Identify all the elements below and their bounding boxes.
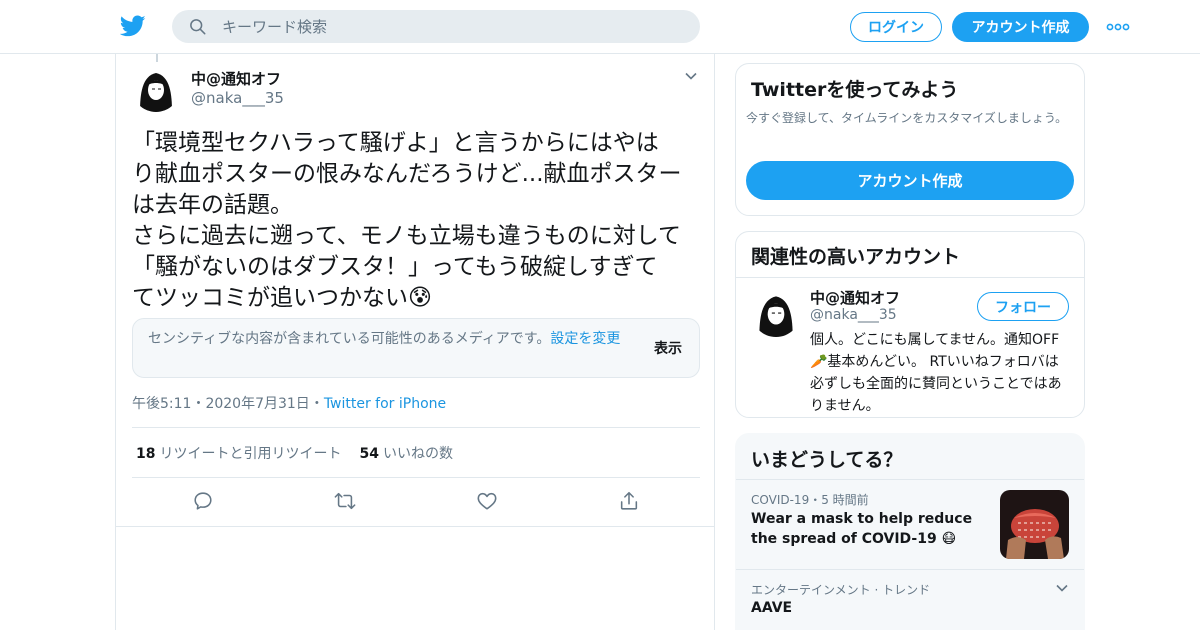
divider	[116, 526, 714, 527]
retweet-icon[interactable]	[334, 490, 356, 512]
trend-headline[interactable]: Wear a mask to help reduce the spread of…	[751, 509, 991, 549]
signup-card-description: 今すぐ登録して、タイムラインをカスタマイズしましょう。	[746, 111, 1068, 125]
search-box[interactable]	[172, 10, 700, 43]
divider	[132, 427, 700, 428]
account-bio: 個人。どこにも属してません。通知OFF🥕基本めんどい。 RTいいねフォロバは必ず…	[810, 332, 1062, 414]
sensitive-message: センシティブな内容が含まれている可能性のあるメディアです。設定を変更	[148, 329, 638, 349]
trends-title: いまどうしてる？	[751, 449, 903, 471]
trend-category: COVID-19・5 時間前	[751, 493, 869, 507]
like-stat[interactable]: 54 いいねの数	[359, 446, 452, 462]
retweet-count: 18	[136, 446, 156, 462]
tweet-column: 中@通知オフ @naka___35 「環境型セクハラって騒げよ」と言うからにはや…	[115, 54, 715, 630]
tweet-time[interactable]: 午後5:11	[132, 396, 191, 412]
meta-separator: ・	[309, 396, 324, 412]
more-options-icon[interactable]	[1106, 17, 1130, 37]
divider	[736, 479, 1084, 480]
avatar[interactable]	[751, 287, 801, 337]
account-handle[interactable]: @naka___35	[810, 307, 897, 323]
like-stat-label: いいねの数	[382, 446, 453, 462]
twitter-logo-icon[interactable]	[120, 13, 146, 39]
thread-line	[156, 54, 158, 62]
avatar-image	[751, 287, 801, 337]
divider	[736, 569, 1084, 570]
tweet-date[interactable]: 2020年7月31日	[205, 396, 309, 412]
avatar-image	[132, 64, 180, 112]
like-count: 54	[359, 446, 379, 462]
like-icon[interactable]	[476, 490, 498, 512]
trend-name[interactable]: AAVE	[751, 600, 792, 616]
author-handle[interactable]: @naka___35	[191, 89, 284, 107]
retweet-stat-label: リツイートと引用リツイート	[159, 446, 342, 462]
avatar[interactable]	[132, 64, 180, 112]
chevron-down-icon[interactable]	[1054, 580, 1070, 596]
meta-separator: ・	[191, 396, 206, 412]
signup-card: Twitterを使ってみよう 今すぐ登録して、タイムラインをカスタマイズしましょ…	[735, 63, 1085, 216]
author-display-name[interactable]: 中@通知オフ	[191, 68, 281, 89]
signup-card-title: Twitterを使ってみよう	[751, 79, 959, 101]
related-accounts-card: 関連性の高いアカウント 中@通知オフ @naka___35 フォロー 個人。どこ…	[735, 231, 1085, 418]
chevron-down-icon[interactable]	[683, 68, 699, 84]
follow-button[interactable]: フォロー	[977, 292, 1069, 321]
retweet-stat[interactable]: 18 リツイートと引用リツイート	[136, 446, 341, 462]
tweet-text-line: てツッコミが追いつかない😰	[132, 285, 432, 311]
tweet-text-line: さらに過去に遡って、モノも立場も違うものに対して	[132, 223, 682, 249]
tweet-actions	[116, 490, 714, 516]
sensitive-message-text: センシティブな内容が含まれている可能性のあるメディアです。	[148, 331, 551, 347]
share-icon[interactable]	[618, 490, 640, 512]
trend-thumbnail-image	[1000, 490, 1069, 559]
tweet-text: 「環境型セクハラって騒げよ」と言うからにはやは り献血ポスターの恨みなんだろうけ…	[132, 128, 704, 314]
show-media-button[interactable]: 表示	[654, 338, 682, 358]
tweet-text-line: は去年の話題。	[132, 192, 293, 218]
trends-card: いまどうしてる？ COVID-19・5 時間前 Wear a mask to h…	[735, 433, 1085, 630]
signup-button[interactable]: アカウント作成	[952, 12, 1089, 42]
tweet-text-line: 「環境型セクハラって騒げよ」と言うからにはやは	[132, 130, 659, 156]
search-input[interactable]	[222, 10, 682, 43]
divider	[736, 277, 1084, 278]
create-account-button[interactable]: アカウント作成	[746, 161, 1074, 200]
change-settings-link[interactable]: 設定を変更	[550, 331, 620, 347]
tweet-text-line: り献血ポスターの恨みなんだろうけど...献血ポスター	[132, 161, 682, 187]
search-icon	[190, 19, 206, 35]
tweet-stats: 18 リツイートと引用リツイート 54 いいねの数	[136, 443, 453, 463]
tweet-text-line: 「騒がないのはダブスタ！」ってもう破綻しすぎて	[132, 254, 658, 280]
divider	[132, 477, 700, 478]
top-bar: ログイン アカウント作成	[0, 0, 1200, 54]
trend-thumbnail[interactable]	[1000, 490, 1069, 559]
reply-icon[interactable]	[192, 490, 214, 512]
account-display-name[interactable]: 中@通知オフ	[810, 287, 900, 308]
tweet-metadata: 午後5:11・2020年7月31日・Twitter for iPhone	[132, 393, 446, 413]
tweet-source-link[interactable]: Twitter for iPhone	[324, 396, 446, 412]
sensitive-media-notice: センシティブな内容が含まれている可能性のあるメディアです。設定を変更 表示	[132, 318, 700, 378]
related-accounts-title: 関連性の高いアカウント	[751, 246, 961, 268]
trend-category: エンターテインメント · トレンド	[751, 583, 931, 597]
login-button[interactable]: ログイン	[850, 12, 942, 42]
